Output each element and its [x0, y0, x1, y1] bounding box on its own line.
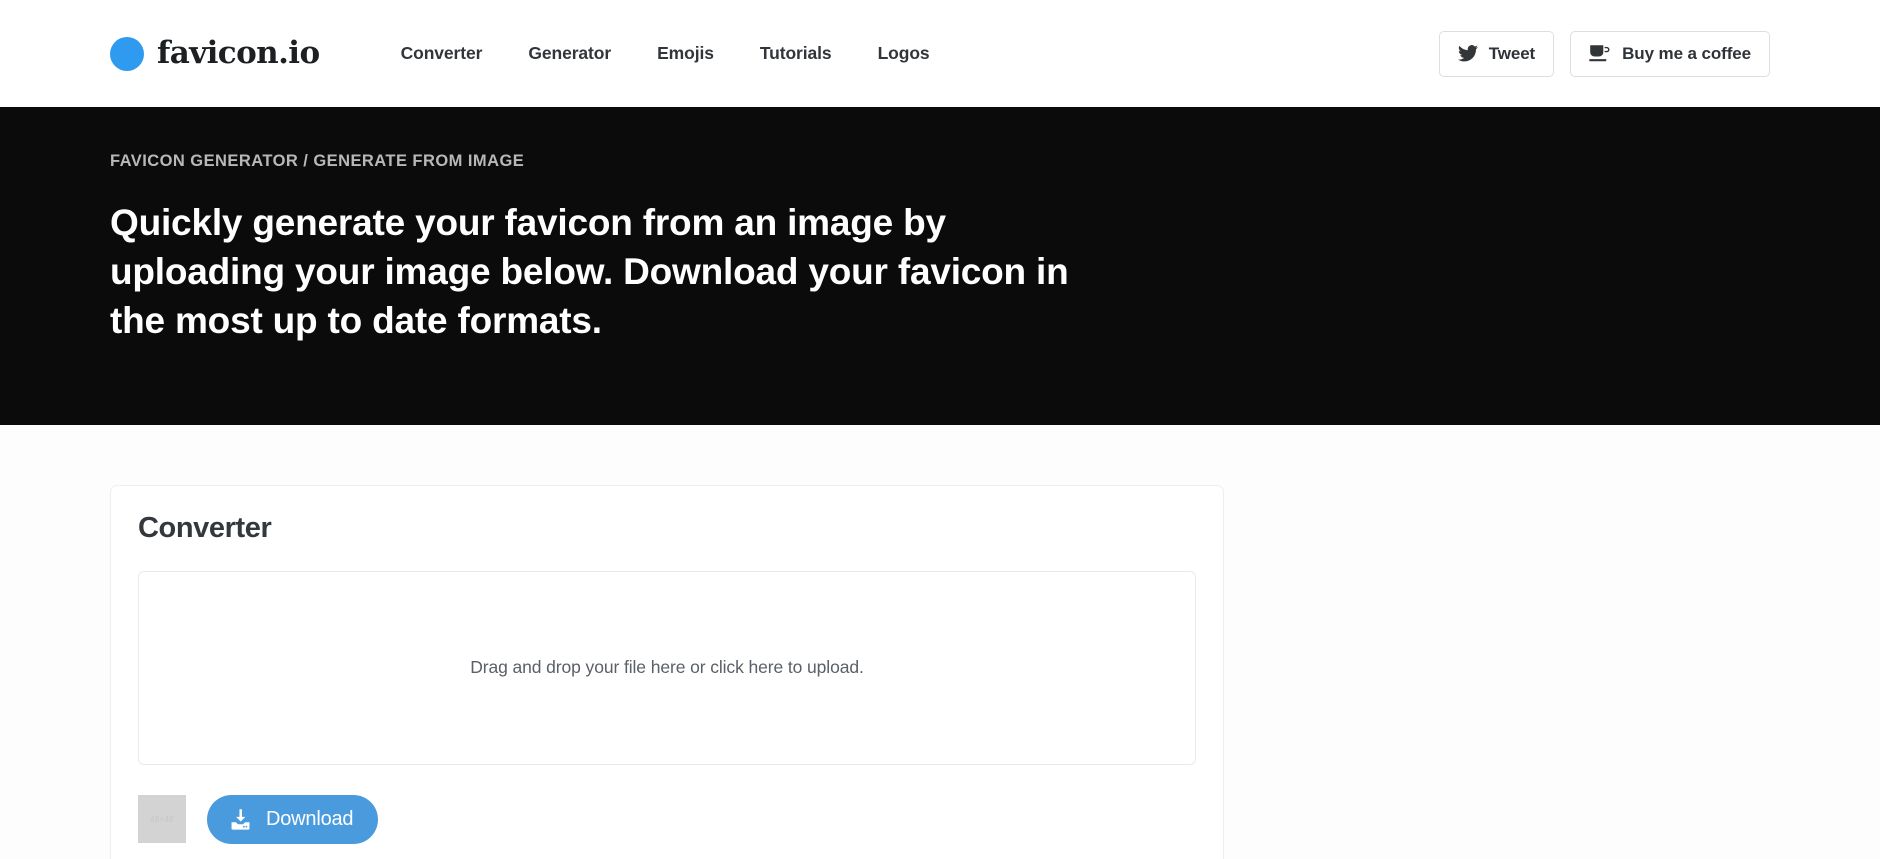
- hero-banner: FAVICON GENERATOR / GENERATE FROM IMAGE …: [0, 107, 1880, 425]
- result-row: 48×48 Download: [138, 794, 1196, 844]
- breadcrumb: FAVICON GENERATOR / GENERATE FROM IMAGE: [110, 152, 525, 170]
- download-tray-icon: [228, 807, 253, 832]
- converter-card: Converter Drag and drop your file here o…: [110, 485, 1224, 859]
- nav-item-tutorials[interactable]: Tutorials: [737, 33, 855, 74]
- blue-circle-logo-icon: [110, 36, 144, 71]
- site-header: favicon.io Converter Generator Emojis Tu…: [0, 0, 1880, 107]
- nav-item-emojis[interactable]: Emojis: [634, 33, 737, 74]
- main-content: Converter Drag and drop your file here o…: [0, 425, 1880, 859]
- main-navigation: Converter Generator Emojis Tutorials Log…: [378, 33, 953, 74]
- tweet-button-label: Tweet: [1488, 43, 1536, 63]
- tweet-button[interactable]: Tweet: [1438, 30, 1555, 77]
- header-actions: Tweet Buy me a coffee: [1438, 30, 1770, 77]
- page-title: Quickly generate your favicon from an im…: [110, 201, 1069, 342]
- brand-logo-link[interactable]: favicon.io: [110, 35, 320, 71]
- nav-item-converter[interactable]: Converter: [378, 33, 506, 74]
- nav-item-logos[interactable]: Logos: [855, 33, 953, 74]
- download-button-label: Download: [266, 807, 354, 830]
- buy-me-a-coffee-button[interactable]: Buy me a coffee: [1570, 30, 1770, 77]
- buy-me-a-coffee-label: Buy me a coffee: [1622, 43, 1751, 63]
- nav-item-generator[interactable]: Generator: [505, 33, 634, 74]
- brand-name: favicon.io: [157, 35, 320, 71]
- card-title: Converter: [138, 512, 272, 544]
- favicon-preview-size-label: 48×48: [150, 814, 174, 824]
- download-button[interactable]: Download: [207, 794, 379, 844]
- twitter-bird-icon: [1457, 45, 1478, 62]
- dropzone-instruction-text: Drag and drop your file here or click he…: [470, 657, 864, 678]
- coffee-cup-icon: [1589, 44, 1611, 63]
- favicon-preview-thumbnail: 48×48: [138, 795, 186, 844]
- file-dropzone[interactable]: Drag and drop your file here or click he…: [138, 570, 1196, 765]
